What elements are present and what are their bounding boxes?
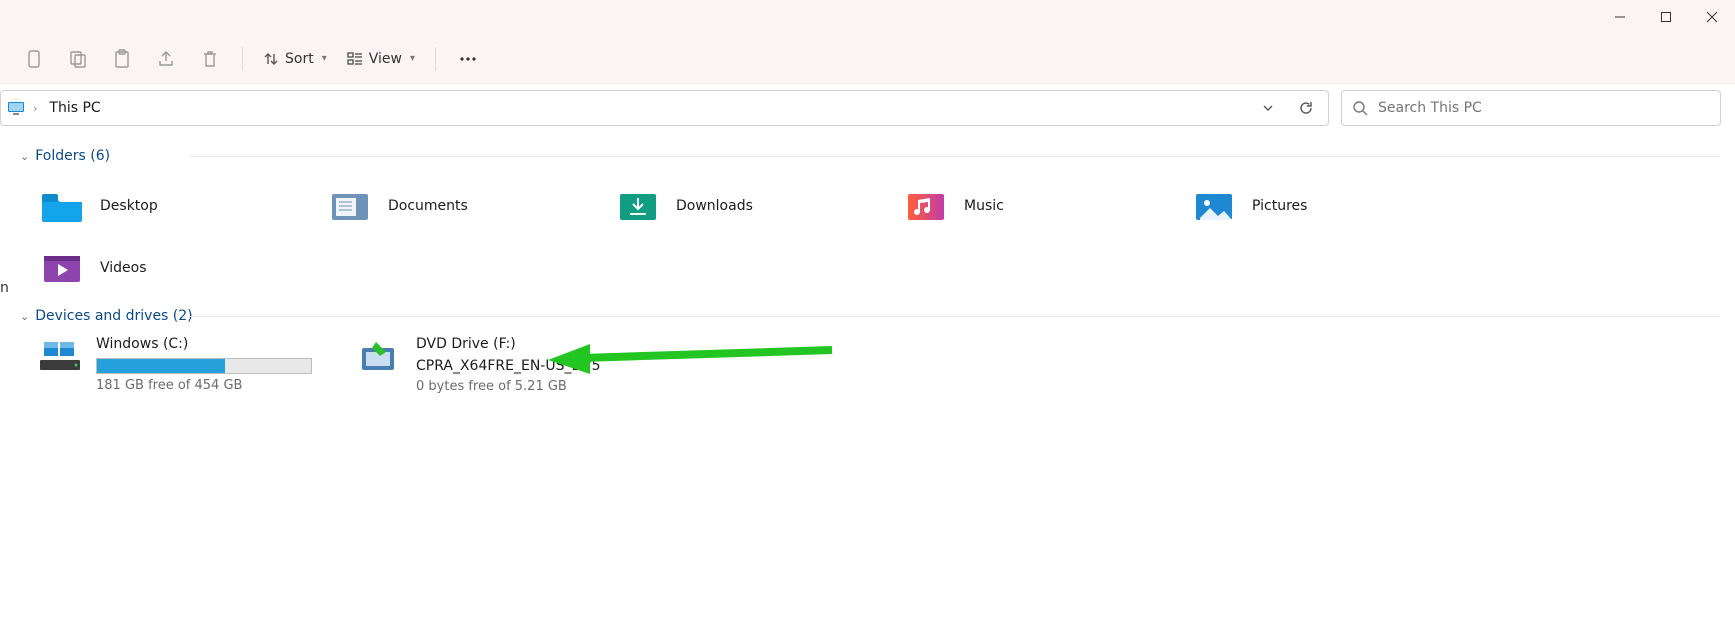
view-dropdown[interactable]: View ▾	[339, 47, 423, 71]
drive-name: Windows (C:)	[96, 336, 330, 354]
folder-label: Documents	[388, 198, 468, 214]
new-item-icon[interactable]	[14, 41, 54, 77]
title-bar	[0, 0, 1735, 34]
chevron-down-icon: ▾	[410, 53, 415, 64]
pictures-folder-icon	[1192, 188, 1236, 224]
folder-music[interactable]: Music	[898, 178, 1186, 234]
view-label: View	[369, 51, 402, 67]
search-input[interactable]	[1378, 100, 1710, 116]
drives-group-header[interactable]: ⌄ Devices and drives (2)	[20, 304, 1735, 328]
refresh-button[interactable]	[1290, 92, 1322, 124]
folder-downloads[interactable]: Downloads	[610, 178, 898, 234]
drives-group-label: Devices and drives (2)	[35, 308, 192, 324]
folder-label: Downloads	[676, 198, 753, 214]
toolbar-separator	[435, 47, 436, 71]
folder-label: Pictures	[1252, 198, 1307, 214]
delete-icon[interactable]	[190, 41, 230, 77]
view-icon	[347, 51, 363, 67]
copy-icon[interactable]	[58, 41, 98, 77]
search-icon	[1352, 100, 1368, 116]
drive-free-text: 0 bytes free of 5.21 GB	[416, 379, 650, 394]
documents-folder-icon	[328, 188, 372, 224]
local-disk-icon	[38, 338, 82, 374]
chevron-down-icon: ⌄	[20, 310, 29, 323]
search-box[interactable]	[1341, 90, 1721, 126]
folder-videos[interactable]: Videos	[34, 240, 322, 296]
toolbar-separator	[242, 47, 243, 71]
paste-icon[interactable]	[102, 41, 142, 77]
folder-pictures[interactable]: Pictures	[1186, 178, 1474, 234]
content-area: ⌄ Folders (6) Desktop Documents Download…	[0, 132, 1735, 396]
group-divider	[190, 156, 1721, 157]
sidebar-edge-fragment: n	[0, 280, 10, 296]
share-icon[interactable]	[146, 41, 186, 77]
address-history-dropdown[interactable]	[1252, 92, 1284, 124]
folder-label: Desktop	[100, 198, 158, 214]
address-bar[interactable]: › This PC	[0, 90, 1329, 126]
music-folder-icon	[904, 188, 948, 224]
folders-group-label: Folders (6)	[35, 148, 110, 164]
breadcrumb-location[interactable]: This PC	[45, 98, 104, 118]
storage-usage-bar	[96, 358, 312, 374]
drive-name-line1: DVD Drive (F:)	[416, 336, 650, 354]
desktop-folder-icon	[40, 188, 84, 224]
close-button[interactable]	[1689, 0, 1735, 34]
folder-desktop[interactable]: Desktop	[34, 178, 322, 234]
drive-free-text: 181 GB free of 454 GB	[96, 378, 330, 393]
chevron-down-icon: ▾	[322, 53, 327, 64]
drive-name-line2: CPRA_X64FRE_EN-US_DV5	[416, 358, 650, 376]
folders-group-header[interactable]: ⌄ Folders (6)	[20, 144, 1735, 168]
dvd-drive-icon	[358, 338, 402, 374]
address-search-row: › This PC	[0, 84, 1735, 132]
videos-folder-icon	[40, 250, 84, 286]
sort-dropdown[interactable]: Sort ▾	[255, 47, 335, 71]
chevron-down-icon: ⌄	[20, 150, 29, 163]
drive-dvd-f[interactable]: DVD Drive (F:) CPRA_X64FRE_EN-US_DV5 0 b…	[354, 334, 654, 396]
storage-usage-fill	[97, 359, 225, 373]
drives-list: Windows (C:) 181 GB free of 454 GB DVD D…	[20, 328, 1735, 396]
breadcrumb-caret-icon[interactable]: ›	[31, 102, 39, 115]
minimize-button[interactable]	[1597, 0, 1643, 34]
folder-label: Music	[964, 198, 1004, 214]
downloads-folder-icon	[616, 188, 660, 224]
drive-windows-c[interactable]: Windows (C:) 181 GB free of 454 GB	[34, 334, 334, 396]
this-pc-icon	[7, 99, 25, 117]
group-divider	[190, 316, 1721, 317]
sort-label: Sort	[285, 51, 314, 67]
command-bar: Sort ▾ View ▾	[0, 34, 1735, 84]
more-options-button[interactable]	[448, 41, 488, 77]
folders-grid: Desktop Documents Downloads Music Pictur…	[20, 168, 1735, 304]
maximize-button[interactable]	[1643, 0, 1689, 34]
sort-icon	[263, 51, 279, 67]
folder-documents[interactable]: Documents	[322, 178, 610, 234]
folder-label: Videos	[100, 260, 147, 276]
